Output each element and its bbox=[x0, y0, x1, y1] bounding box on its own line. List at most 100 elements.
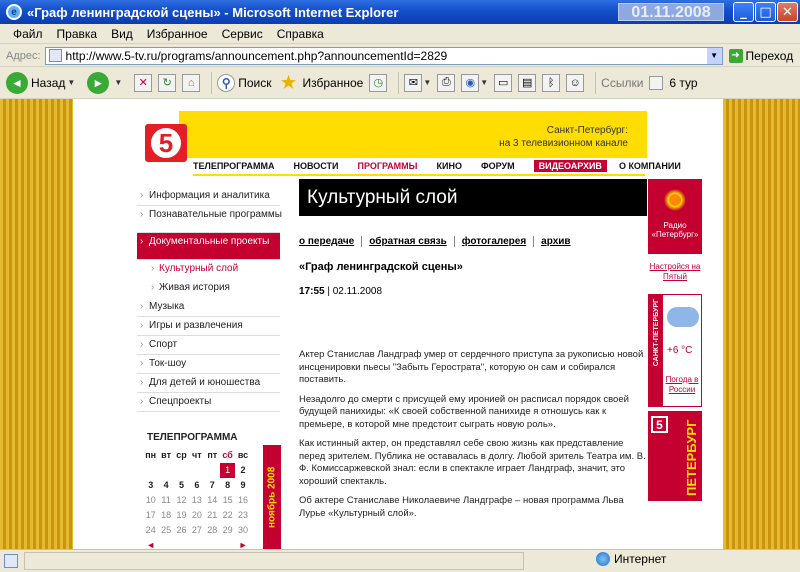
address-url[interactable]: http://www.5-tv.ru/programs/announcement… bbox=[66, 49, 448, 63]
search-label: Поиск bbox=[238, 75, 272, 90]
air-date: | 02.11.2008 bbox=[327, 286, 383, 297]
nav-news[interactable]: НОВОСТИ bbox=[293, 161, 338, 171]
sidebar-item-special[interactable]: Спецпроекты bbox=[137, 393, 280, 412]
edit-icon[interactable]: ▭ bbox=[494, 73, 513, 92]
calendar-day[interactable]: 7 bbox=[205, 478, 220, 493]
calendar-day[interactable]: 9 bbox=[235, 478, 250, 493]
address-label: Адрес: bbox=[6, 49, 41, 62]
tune-in-link[interactable]: Настройся на Пятый bbox=[648, 254, 702, 294]
calendar-next-icon[interactable]: ► bbox=[235, 538, 250, 549]
address-dropdown-icon[interactable]: ▼ bbox=[706, 47, 722, 64]
tab-feedback[interactable]: обратная связь bbox=[369, 236, 455, 247]
tab-archive[interactable]: архив bbox=[541, 236, 577, 247]
sidebar-item-cultural-layer[interactable]: Культурный слой bbox=[137, 260, 280, 279]
sidebar-item-living-history[interactable]: Живая история bbox=[137, 279, 280, 298]
go-button[interactable]: ➜ Переход bbox=[728, 48, 794, 63]
calendar: пн вт ср чт пт сб вс 1 2 3 4 5 6 7 8 9 1… bbox=[143, 448, 251, 549]
mail-icon[interactable]: ✉ bbox=[404, 73, 423, 92]
status-bar: Интернет bbox=[0, 549, 800, 572]
menu-view[interactable]: Вид bbox=[104, 27, 140, 41]
sidebar-item-info[interactable]: Информация и аналитика bbox=[137, 187, 280, 206]
address-input[interactable]: http://www.5-tv.ru/programs/announcement… bbox=[44, 46, 723, 65]
search-button[interactable]: ⚲ Поиск bbox=[217, 73, 272, 92]
menu-edit[interactable]: Правка bbox=[50, 27, 105, 41]
minimize-button[interactable]: _ bbox=[733, 2, 754, 22]
status-page-icon bbox=[4, 554, 18, 568]
forward-button[interactable]: ► ▼ bbox=[87, 71, 128, 94]
links-item[interactable]: 6 тур bbox=[669, 76, 697, 90]
nav-programs[interactable]: ПРОГРАММЫ bbox=[358, 161, 418, 171]
radio-banner[interactable]: Радио «Петербург» bbox=[648, 179, 702, 254]
window-title: «Граф ленинградской сцены» - Microsoft I… bbox=[27, 4, 399, 20]
nav-video-archive[interactable]: ВИДЕОАРХИВ bbox=[533, 160, 607, 172]
maximize-button[interactable]: □ bbox=[755, 2, 776, 22]
calendar-day[interactable]: 3 bbox=[143, 478, 158, 493]
tab-about[interactable]: о передаче bbox=[299, 236, 363, 247]
banner-five-logo: 5 bbox=[651, 416, 668, 433]
calendar-day: 12 bbox=[176, 495, 187, 505]
calendar-day[interactable]: 5 bbox=[174, 478, 189, 493]
calendar-day[interactable]: 2 bbox=[235, 463, 250, 478]
sidebar-item-games[interactable]: Игры и развлечения bbox=[137, 317, 280, 336]
messenger-dropdown-icon[interactable]: ▼ bbox=[480, 78, 488, 87]
web-content: 5 Санкт-Петербург: на 3 телевизионном ка… bbox=[0, 99, 800, 549]
favorites-label: Избранное bbox=[302, 75, 364, 90]
back-dropdown-icon[interactable]: ▼ bbox=[67, 78, 75, 87]
calendar-week: 1 2 bbox=[143, 463, 251, 478]
bluetooth-icon[interactable]: ᛒ bbox=[542, 73, 561, 92]
nav-cinema[interactable]: КИНО bbox=[437, 161, 462, 171]
research-icon[interactable]: ▤ bbox=[518, 73, 537, 92]
tab-photo-gallery[interactable]: фотогалерея bbox=[462, 236, 535, 247]
stop-icon[interactable]: ✕ bbox=[134, 73, 153, 92]
forward-dropdown-icon[interactable]: ▼ bbox=[114, 78, 122, 87]
program-tabs: о передаче обратная связь фотогалерея ар… bbox=[299, 236, 585, 247]
nav-tv-program[interactable]: ТЕЛЕПРОГРАММА bbox=[193, 161, 274, 171]
menu-tools[interactable]: Сервис bbox=[215, 27, 270, 41]
weather-widget[interactable]: САНКТ-ПЕТЕРБУРГ +6 °C Погода в России bbox=[648, 294, 702, 407]
calendar-day: 16 bbox=[238, 495, 249, 505]
calendar-day[interactable]: 8 bbox=[220, 478, 235, 493]
menu-favorites[interactable]: Избранное bbox=[140, 27, 215, 41]
paragraph: Как истинный актер, он представлял себе … bbox=[299, 438, 646, 487]
petersburg-banner[interactable]: 5 ПЕТЕРБУРГ bbox=[648, 411, 702, 501]
paragraph: Актер Станислав Ландграф умер от сердечн… bbox=[299, 349, 644, 385]
go-label: Переход bbox=[745, 48, 794, 63]
channel-logo[interactable]: 5 bbox=[145, 124, 187, 162]
messenger-icon[interactable]: ◉ bbox=[461, 73, 480, 92]
back-button[interactable]: ◄ Назад ▼ bbox=[6, 71, 81, 94]
calendar-day: 25 bbox=[161, 525, 172, 535]
home-icon[interactable]: ⌂ bbox=[182, 73, 201, 92]
menu-help[interactable]: Справка bbox=[270, 27, 331, 41]
tv-program-heading: ТЕЛЕПРОГРАММА bbox=[147, 432, 238, 443]
forward-arrow-icon: ► bbox=[87, 71, 110, 94]
sidebar-item-educational[interactable]: Познавательные программы bbox=[137, 206, 282, 233]
sidebar-item-kids[interactable]: Для детей и юношества bbox=[137, 374, 280, 393]
calendar-day: 27 bbox=[191, 525, 202, 535]
calendar-month-label: ноябрь 2008 bbox=[263, 445, 281, 549]
messenger-people-icon[interactable]: ☺ bbox=[566, 73, 585, 92]
print-icon[interactable]: ⎙ bbox=[437, 73, 456, 92]
calendar-day[interactable]: 4 bbox=[158, 478, 173, 493]
sidebar-item-sport[interactable]: Спорт bbox=[137, 336, 280, 355]
weather-link[interactable]: Погода в России bbox=[663, 375, 701, 395]
favorites-button[interactable]: ★ Избранное bbox=[278, 72, 364, 94]
air-time-value: 17:55 bbox=[299, 286, 325, 297]
sidebar-item-talk-show[interactable]: Ток-шоу bbox=[137, 355, 280, 374]
sidebar: Информация и аналитика Познавательные пр… bbox=[137, 187, 282, 412]
close-button[interactable]: ✕ bbox=[777, 2, 798, 22]
nav-about[interactable]: О КОМПАНИИ bbox=[619, 161, 681, 171]
sidebar-item-music[interactable]: Музыка bbox=[137, 298, 280, 317]
refresh-icon[interactable]: ↻ bbox=[158, 73, 177, 92]
address-bar: Адрес: http://www.5-tv.ru/programs/annou… bbox=[0, 45, 800, 67]
banner-text: ПЕТЕРБУРГ bbox=[684, 419, 699, 496]
calendar-day-selected[interactable]: 1 bbox=[219, 463, 236, 478]
announcement-title: «Граф ленинградской сцены» bbox=[299, 261, 463, 273]
history-icon[interactable]: ◷ bbox=[369, 73, 388, 92]
mail-dropdown-icon[interactable]: ▼ bbox=[423, 78, 431, 87]
menu-file[interactable]: Файл bbox=[6, 27, 50, 41]
nav-forum[interactable]: ФОРУМ bbox=[481, 161, 515, 171]
calendar-day[interactable]: 6 bbox=[189, 478, 204, 493]
calendar-prev-icon[interactable]: ◄ bbox=[143, 538, 158, 549]
page-background-left bbox=[0, 99, 73, 549]
sidebar-item-documentary[interactable]: Документальные проекты bbox=[137, 233, 280, 260]
